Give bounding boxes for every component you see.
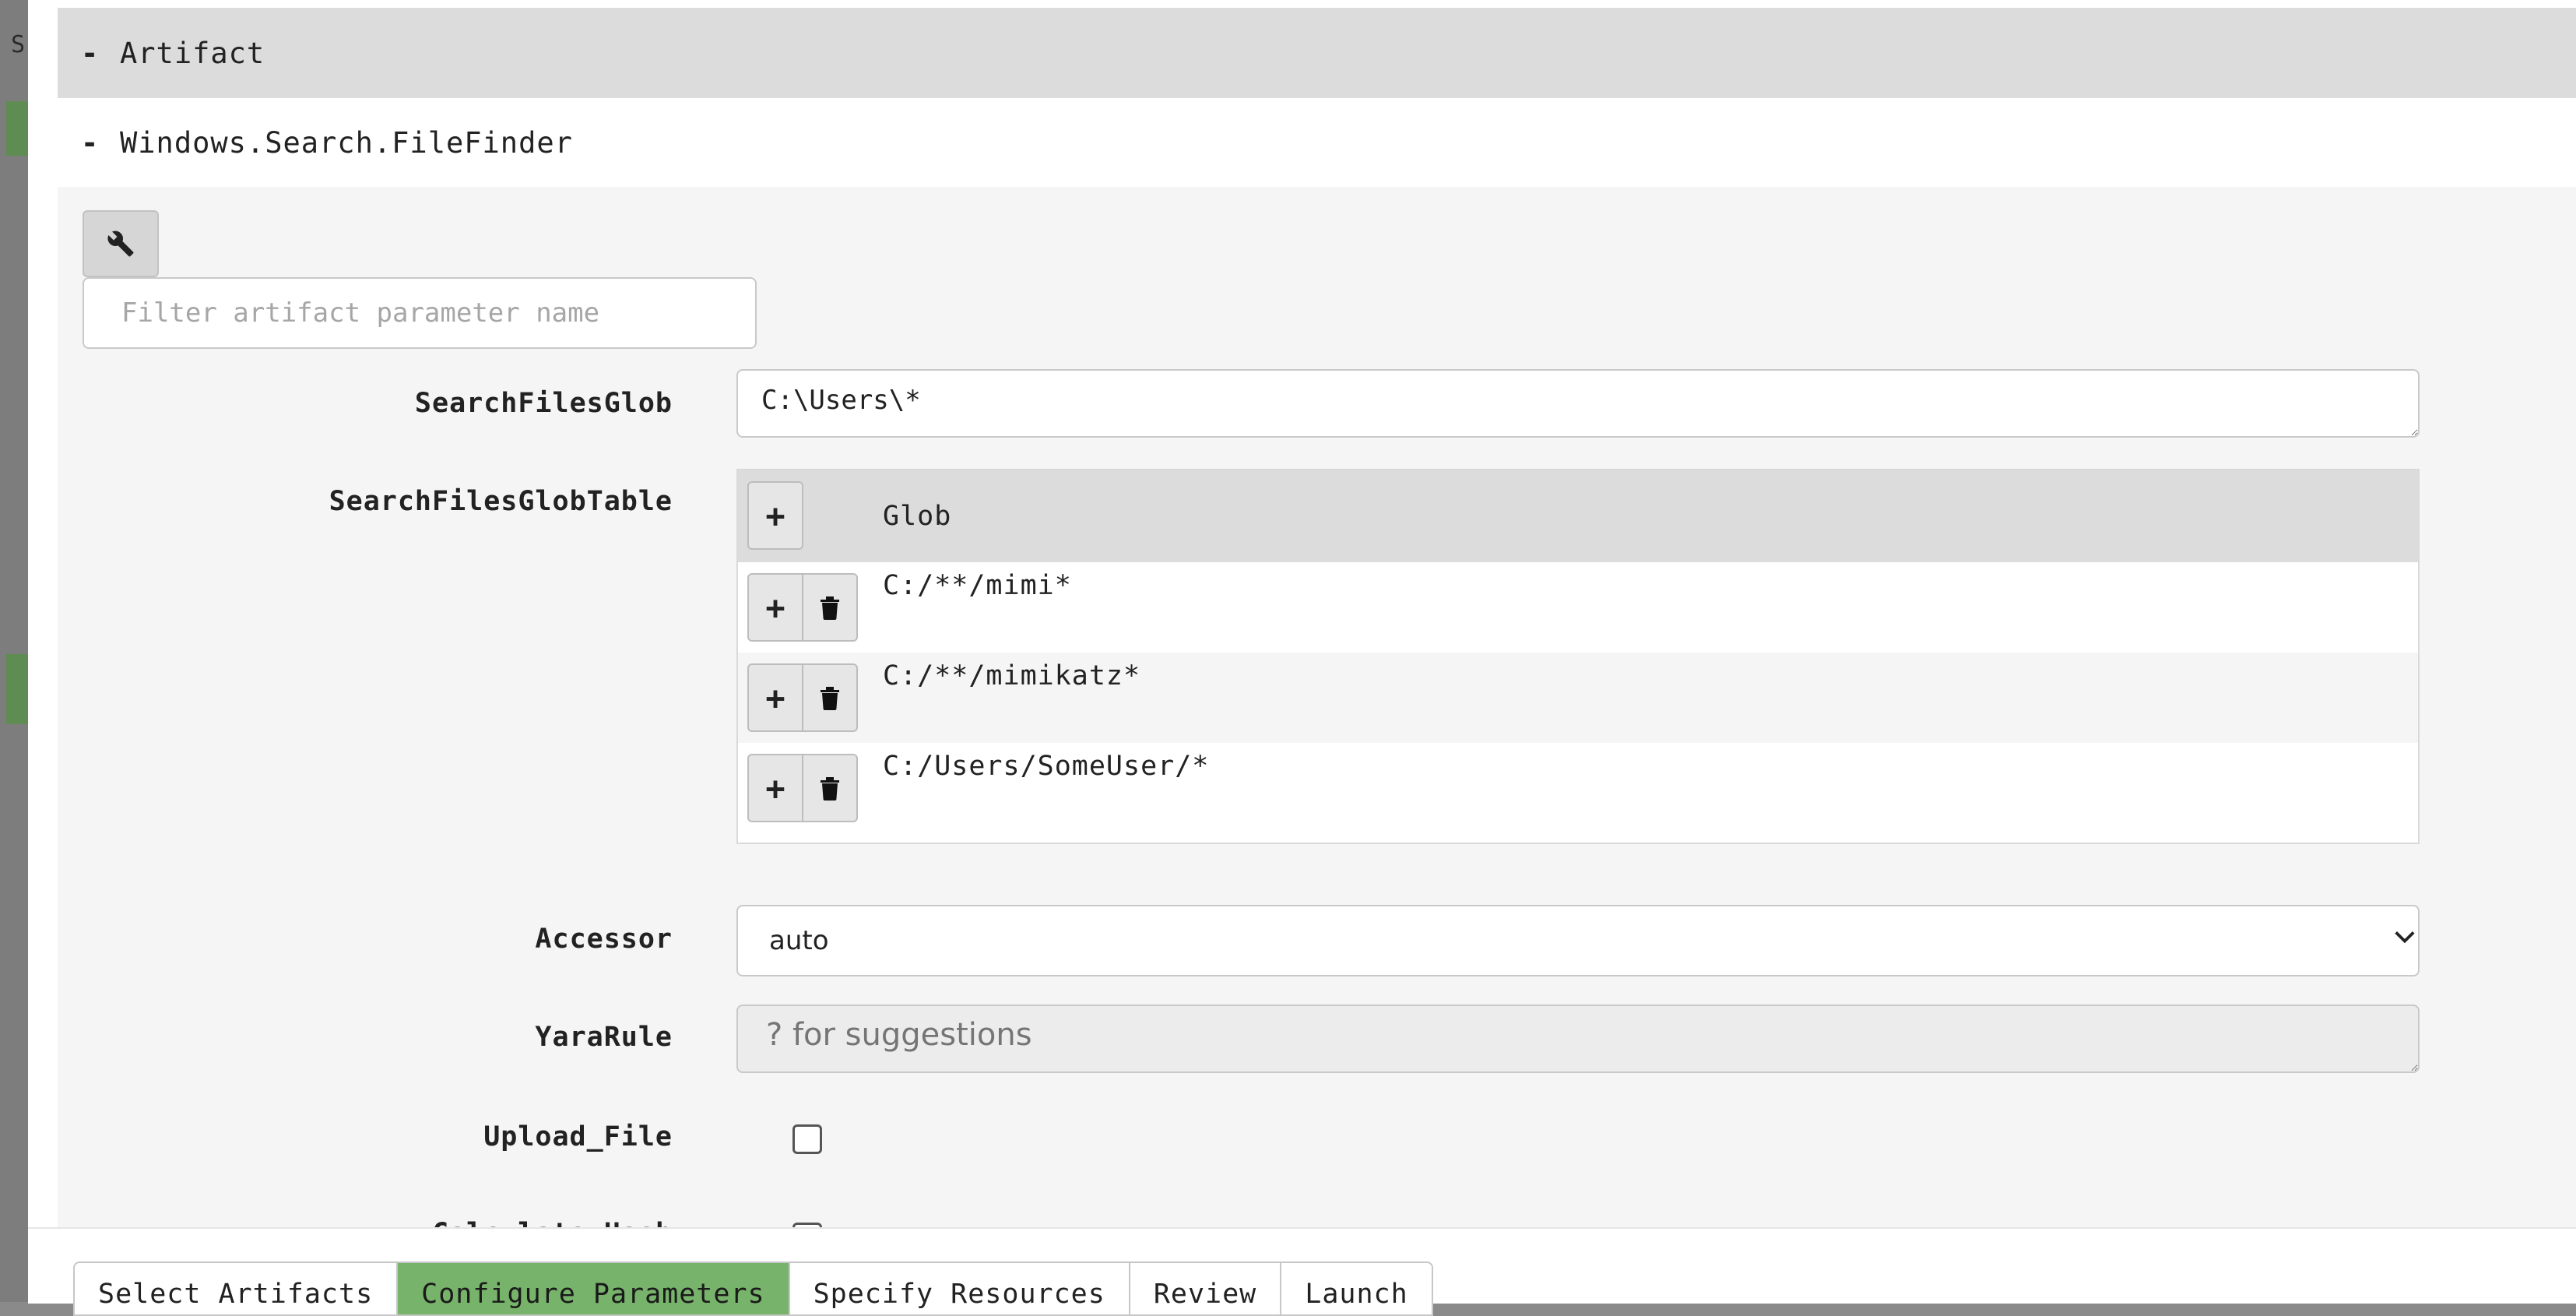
artifact-name: Windows.Search.FileFinder	[120, 125, 573, 160]
wrench-icon	[107, 230, 134, 257]
step-select-artifacts[interactable]: Select Artifacts	[73, 1261, 397, 1316]
artifact-item-header[interactable]: - Windows.Search.FileFinder	[58, 98, 2576, 187]
step-configure-parameters[interactable]: Configure Parameters	[396, 1261, 789, 1316]
filter-parameter-input[interactable]	[83, 277, 757, 349]
insert-row-button[interactable]: +	[747, 663, 803, 732]
glob-value[interactable]: C:/**/mimikatz*	[883, 660, 1140, 691]
add-row-button[interactable]: +	[747, 481, 803, 550]
collapse-toggle[interactable]: -	[58, 37, 120, 70]
trash-icon	[821, 687, 839, 710]
label-search-files-glob: SearchFilesGlob	[414, 388, 673, 419]
table-header: + Glob	[738, 470, 2418, 562]
yara-rule-input[interactable]	[736, 1005, 2420, 1073]
backdrop-green-strip	[6, 654, 28, 724]
label-search-files-glob-table: SearchFilesGlobTable	[329, 486, 673, 517]
plus-icon: +	[765, 769, 785, 808]
dialog-margin	[28, 0, 58, 1227]
wizard-footer: Select Artifacts Configure Parameters Sp…	[28, 1227, 2576, 1316]
plus-icon: +	[765, 588, 785, 627]
trash-icon	[821, 596, 839, 620]
delete-row-button[interactable]	[802, 663, 858, 732]
collapse-toggle[interactable]: -	[58, 126, 120, 160]
table-row: + C:/**/mimikatz*	[738, 653, 2418, 743]
label-accessor: Accessor	[535, 924, 673, 955]
chevron-down-icon	[2395, 931, 2415, 944]
page-backdrop: S	[0, 0, 28, 1302]
column-header-glob: Glob	[883, 501, 952, 532]
delete-row-button[interactable]	[802, 573, 858, 642]
backdrop-text: S	[11, 31, 26, 58]
parameters-panel: - Artifact - Windows.Search.FileFinder S…	[58, 8, 2576, 1227]
step-review[interactable]: Review	[1128, 1261, 1281, 1316]
configure-button[interactable]	[83, 210, 159, 277]
new-collection-dialog: - Artifact - Windows.Search.FileFinder S…	[28, 0, 2576, 1302]
insert-row-button[interactable]: +	[747, 573, 803, 642]
table-row: + C:/**/mimi*	[738, 562, 2418, 653]
step-launch[interactable]: Launch	[1280, 1261, 1433, 1316]
wizard-steps: Select Artifacts Configure Parameters Sp…	[73, 1261, 1433, 1316]
insert-row-button[interactable]: +	[747, 754, 803, 822]
upload-file-checkbox[interactable]	[792, 1124, 822, 1154]
label-yara-rule: YaraRule	[535, 1022, 673, 1053]
glob-value[interactable]: C:/Users/SomeUser/*	[883, 751, 1209, 782]
delete-row-button[interactable]	[802, 754, 858, 822]
accessor-select[interactable]: auto	[736, 905, 2420, 976]
trash-icon	[821, 777, 839, 801]
search-files-glob-input[interactable]: C:\Users\*	[736, 369, 2420, 438]
section-title: Artifact	[120, 36, 265, 70]
backdrop-green-strip	[6, 101, 28, 156]
plus-icon: +	[765, 678, 785, 717]
artifact-section-header[interactable]: - Artifact	[58, 8, 2576, 98]
table-row: + C:/Users/SomeUser/*	[738, 743, 2418, 833]
glob-table: + Glob + C:/**/mimi* + C:/**/mimikatz* +…	[736, 469, 2420, 844]
label-upload-file: Upload_File	[483, 1121, 673, 1152]
label-calculate-hash: Calculate_Hash	[432, 1218, 673, 1227]
glob-value[interactable]: C:/**/mimi*	[883, 570, 1072, 601]
plus-icon: +	[765, 496, 785, 535]
step-specify-resources[interactable]: Specify Resources	[788, 1261, 1129, 1316]
